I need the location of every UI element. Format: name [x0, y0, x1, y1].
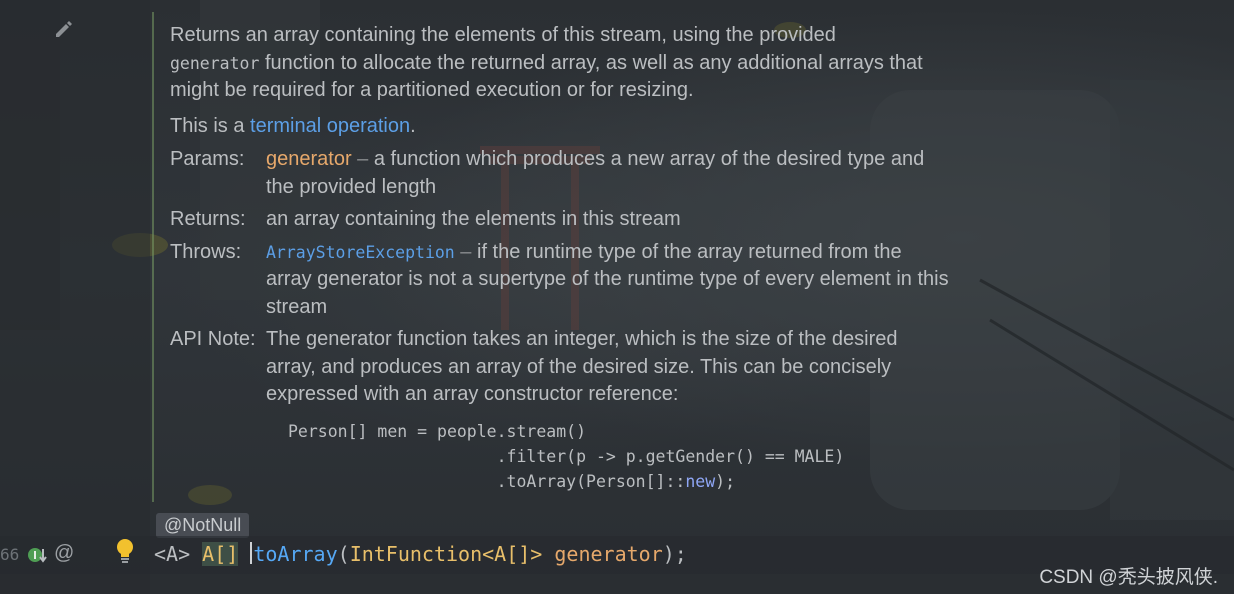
params-label: Params: — [170, 148, 245, 170]
doc-throws-row: Throws: ArrayStoreException – if the run… — [170, 239, 950, 322]
returns-text: an array containing the elements in this… — [266, 208, 681, 230]
doc-description: Returns an array containing the elements… — [170, 24, 923, 101]
throws-label: Throws: — [170, 240, 242, 263]
method-name-toarray[interactable]: toArray — [253, 542, 337, 566]
doc-terminal-note: This is a terminal operation. — [170, 114, 416, 137]
inline-code-generator: generator — [170, 53, 260, 73]
terminal-operation-link[interactable]: terminal operation — [250, 115, 410, 137]
line-number: 66 — [0, 545, 20, 564]
code-example: Person[] men = people.stream() .filter(p… — [288, 421, 845, 491]
api-note-text: The generator function takes an integer,… — [266, 328, 898, 405]
param-type[interactable]: IntFunction<A[]> — [350, 542, 555, 566]
annotation-at-icon[interactable]: @ — [54, 542, 74, 565]
method-signature[interactable]: <A> A[] toArray(IntFunction<A[]> generat… — [154, 542, 687, 566]
doc-comment-rule — [152, 12, 154, 502]
doc-api-note-row: API Note: The generator function takes a… — [170, 326, 950, 409]
keyword-new: new — [685, 471, 716, 491]
doc-params-row: Params: generator – a function which pro… — [170, 146, 950, 201]
api-note-label: API Note: — [170, 328, 256, 350]
param-name-generator: generator — [266, 148, 352, 170]
watermark: CSDN @秃头披风侠. — [1039, 567, 1218, 588]
pencil-icon[interactable] — [52, 18, 74, 40]
param-name[interactable]: generator — [554, 542, 662, 566]
lightbulb-icon[interactable] — [115, 538, 135, 564]
doc-returns-row: Returns: an array containing the element… — [170, 206, 950, 234]
return-type[interactable]: A[] — [202, 542, 239, 566]
notnull-annotation-hint[interactable]: @NotNull — [156, 513, 250, 538]
array-store-exception-link[interactable]: ArrayStoreException — [266, 243, 455, 262]
returns-label: Returns: — [170, 208, 246, 230]
editor-gutter — [0, 0, 150, 594]
javadoc-popup: Returns an array containing the elements… — [170, 22, 950, 494]
implements-arrow-icon[interactable] — [26, 544, 48, 566]
